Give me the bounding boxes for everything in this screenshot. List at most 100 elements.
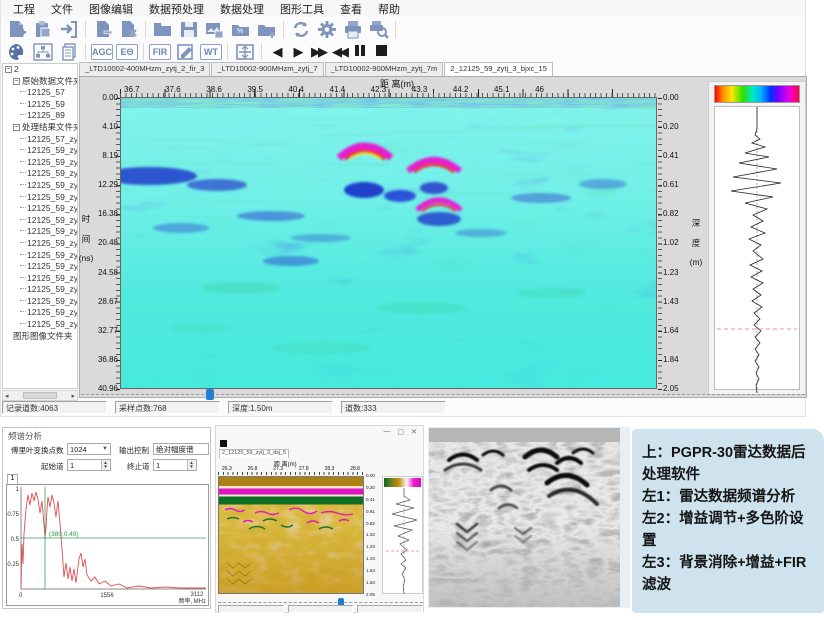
scrollbar-thumb[interactable]	[23, 392, 57, 399]
y-right-ticks: 0.000.200.410.610.821.021.231.431.641.84…	[366, 473, 380, 597]
minimize-button[interactable]: —	[384, 428, 391, 435]
output-control-field[interactable]: 绝对幅度谱	[153, 443, 209, 455]
paste-icon[interactable]	[30, 19, 55, 40]
equalizer-button[interactable]: EΘ	[116, 44, 138, 60]
menu-item[interactable]: 文件	[43, 0, 81, 18]
toolbar-file: %	[1, 17, 399, 41]
fir-filter-button[interactable]: FIR	[149, 44, 171, 60]
y-tick-label: 1.23	[366, 544, 380, 549]
tree-item-result-file[interactable]: 12125_59_zy	[3, 319, 77, 331]
pause-icon[interactable]	[350, 44, 370, 59]
y-tick-label: 0.82	[366, 521, 380, 526]
menu-item[interactable]: 数据预处理	[141, 0, 212, 18]
radargram-image-colorlevel[interactable]	[218, 476, 364, 594]
tree-item-result-file[interactable]: 12125_59_zy	[3, 261, 77, 273]
import-icon[interactable]	[56, 19, 81, 40]
spectrum-plot-tab[interactable]: 1	[7, 474, 18, 484]
close-button[interactable]: ✕	[411, 428, 417, 436]
print-preview-icon[interactable]	[366, 19, 391, 40]
folder-add-icon[interactable]	[254, 19, 279, 40]
wt-wavelet-button[interactable]: WT	[200, 44, 222, 60]
tree-item-raw-file[interactable]: 12125_59	[3, 99, 77, 111]
status-field: 记录道数:4063	[2, 401, 107, 414]
save-image-icon[interactable]	[202, 19, 227, 40]
refresh-icon[interactable]	[288, 19, 313, 40]
tree-item-result-file[interactable]: 12125_59_zy	[3, 296, 77, 308]
y-tick-label: 32.77	[98, 326, 118, 335]
open-folder-icon[interactable]	[150, 19, 175, 40]
document-tab[interactable]: _LTD10002-400MHzm_zytj_2_fir_3	[79, 62, 210, 76]
document-tab-active[interactable]: 2_12125_59_zytj_3_dsj_5	[219, 449, 289, 458]
tree-item-result-file[interactable]: 12125_59_zy	[3, 192, 77, 204]
folder-cut-icon[interactable]: %	[228, 19, 253, 40]
start-trace-spinner[interactable]: 1 ▲▼	[67, 459, 111, 471]
document-tab[interactable]: _LTD10002-900MHzm_zytj_7	[211, 62, 323, 76]
tree-item-raw-file[interactable]: 12125_57	[3, 87, 77, 99]
step-back-icon[interactable]: ◀	[266, 44, 286, 60]
stop-icon[interactable]	[220, 440, 227, 447]
tree-item-result-file[interactable]: 12125_59_zy	[3, 157, 77, 169]
scroll-left-icon[interactable]: ◂	[5, 392, 9, 400]
tree-folder-results[interactable]: 处理结果文件夹	[3, 122, 77, 134]
toolbar-separator	[395, 21, 396, 38]
tree-item-result-file[interactable]: 12125_59_zy	[3, 226, 77, 238]
play-icon[interactable]: ▶	[287, 44, 307, 60]
tree-folder-images[interactable]: 图形图像文件夹	[3, 331, 77, 343]
stop-icon[interactable]	[371, 44, 391, 59]
menu-item[interactable]: 图像编辑	[81, 0, 141, 18]
y-tick-label: 0.82	[663, 209, 687, 218]
print-icon[interactable]	[340, 19, 365, 40]
fast-forward-icon[interactable]: ▶▶	[308, 44, 328, 60]
maximize-button[interactable]: ▢	[398, 428, 405, 436]
menu-item[interactable]: 图形工具	[272, 0, 332, 18]
menu-item[interactable]: 帮助	[370, 0, 408, 18]
tree-item-raw-file[interactable]: 12125_89	[3, 110, 77, 122]
edit-brush-icon[interactable]	[173, 41, 198, 62]
new-file-icon[interactable]	[4, 19, 29, 40]
x-axis-minor-ticks	[218, 472, 364, 475]
tree-folder-raw[interactable]: 原始数据文件夹	[3, 76, 77, 88]
radargram-image[interactable]	[120, 97, 657, 389]
settings-gear-icon[interactable]	[314, 19, 339, 40]
slider-thumb[interactable]	[206, 389, 214, 400]
tree-item-result-file[interactable]: 12125_59_zy	[3, 273, 77, 285]
tree-item-result-file[interactable]: 12125_59_zy	[3, 215, 77, 227]
tree-item-result-file[interactable]: 12125_59_zy	[3, 250, 77, 262]
document-tab[interactable]: _LTD10002-900MHzm_zytj_7m	[325, 62, 444, 76]
scroll-right-icon[interactable]: ▸	[71, 392, 75, 400]
document-tab-active[interactable]: 2_12125_59_zytj_3_bjxc_15	[444, 62, 553, 76]
toolbar-process: AGC EΘ FIR WT ◀ ▶ ▶▶ ◀◀	[1, 41, 391, 62]
hierarchy-icon[interactable]	[30, 41, 55, 62]
tree-item-result-file[interactable]: 12125_59_zy	[3, 307, 77, 319]
y-tick-label: 24.58	[98, 268, 118, 277]
delete-file-icon[interactable]	[116, 19, 141, 40]
tree-item-result-file[interactable]: 12125_59_zy	[3, 145, 77, 157]
fit-view-icon[interactable]	[232, 41, 257, 62]
end-trace-spinner[interactable]: 1 ▲▼	[153, 459, 197, 471]
fft-points-select[interactable]: 1024▼	[67, 443, 111, 455]
tree-item-result-file[interactable]: 12125_59_zy	[3, 284, 77, 296]
menu-item[interactable]: 数据处理	[212, 0, 272, 18]
agc-button[interactable]: AGC	[91, 44, 113, 60]
documents-icon[interactable]	[56, 41, 81, 62]
tree-root[interactable]: 2	[3, 64, 77, 76]
menu-item[interactable]: 工程	[5, 0, 43, 18]
tree-item-result-file[interactable]: 12125_59_zy	[3, 180, 77, 192]
menu-item[interactable]: 查看	[332, 0, 370, 18]
spinner-arrows-icon[interactable]: ▲▼	[187, 460, 195, 470]
remove-file-icon[interactable]	[90, 19, 115, 40]
tree-item-result-file[interactable]: 12125_57_zy	[3, 134, 77, 146]
tree-item-result-file[interactable]: 12125_59_zy	[3, 238, 77, 250]
tree-item-result-file[interactable]: 12125_59_zy	[3, 168, 77, 180]
tree-horizontal-scrollbar[interactable]: ◂ ▸	[2, 390, 78, 401]
spectrum-y-tick: 1	[16, 487, 20, 493]
palette-icon[interactable]	[4, 41, 29, 62]
spinner-arrows-icon[interactable]: ▲▼	[101, 460, 109, 470]
y-tick-label: 12.29	[98, 180, 118, 189]
status-bar: 记录道数:4063采样点数:768深度:1.50m道数:333	[2, 401, 446, 415]
save-icon[interactable]	[176, 19, 201, 40]
rewind-icon[interactable]: ◀◀	[329, 44, 349, 60]
toolbar-separator	[261, 43, 262, 60]
trace-position-slider[interactable]	[81, 389, 805, 400]
tree-item-result-file[interactable]: 12125_59_zy	[3, 203, 77, 215]
